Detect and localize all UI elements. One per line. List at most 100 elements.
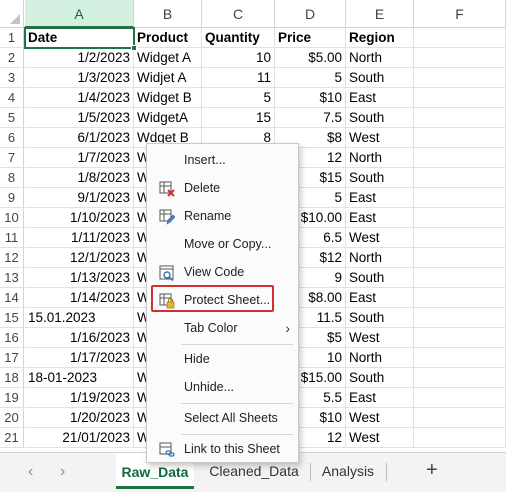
cell-e8[interactable]: South: [346, 168, 414, 188]
cell-d4[interactable]: $10: [275, 88, 346, 108]
menu-item-delete[interactable]: Delete: [147, 175, 298, 201]
cell-a19[interactable]: 1/19/2023: [25, 388, 134, 408]
cell-b1[interactable]: Product: [134, 28, 202, 48]
menu-item-view-code[interactable]: View Code: [147, 259, 298, 285]
cell-e20[interactable]: West: [346, 408, 414, 428]
cell-a13[interactable]: 1/13/2023: [25, 268, 134, 288]
cell-d2[interactable]: $5.00: [275, 48, 346, 68]
cell-f20[interactable]: [414, 408, 506, 428]
menu-item-move-or-copy[interactable]: Move or Copy...: [147, 231, 298, 257]
cell-e12[interactable]: North: [346, 248, 414, 268]
column-header-b[interactable]: B: [134, 0, 202, 28]
cell-e10[interactable]: East: [346, 208, 414, 228]
cell-a9[interactable]: 9/1/2023: [25, 188, 134, 208]
row-header-14[interactable]: 14: [0, 288, 24, 308]
cell-c2[interactable]: 10: [202, 48, 275, 68]
cell-e16[interactable]: West: [346, 328, 414, 348]
cell-f15[interactable]: [414, 308, 506, 328]
cell-f16[interactable]: [414, 328, 506, 348]
cell-d5[interactable]: 7.5: [275, 108, 346, 128]
menu-item-insert[interactable]: Insert...: [147, 147, 298, 173]
cell-b4[interactable]: Widget B: [134, 88, 202, 108]
tab-analysis[interactable]: Analysis: [314, 453, 382, 489]
cell-a1[interactable]: Date: [24, 27, 135, 49]
cell-d1[interactable]: Price: [275, 28, 346, 48]
cell-a17[interactable]: 1/17/2023: [25, 348, 134, 368]
cell-f4[interactable]: [414, 88, 506, 108]
column-header-f[interactable]: F: [414, 0, 506, 28]
prev-sheet-arrow-icon[interactable]: ‹: [28, 463, 33, 481]
cell-a12[interactable]: 12/1/2023: [25, 248, 134, 268]
cell-a14[interactable]: 1/14/2023: [25, 288, 134, 308]
cell-f1[interactable]: [414, 28, 506, 48]
cell-c5[interactable]: 15: [202, 108, 275, 128]
cell-e17[interactable]: North: [346, 348, 414, 368]
cell-a15[interactable]: 15.01.2023: [25, 308, 134, 328]
cell-e21[interactable]: West: [346, 428, 414, 448]
cell-f8[interactable]: [414, 168, 506, 188]
cell-c1[interactable]: Quantity: [202, 28, 275, 48]
fill-handle[interactable]: [131, 45, 137, 51]
cell-e19[interactable]: East: [346, 388, 414, 408]
menu-item-tab-color[interactable]: Tab Color ›: [147, 315, 298, 341]
cell-f11[interactable]: [414, 228, 506, 248]
cell-e15[interactable]: South: [346, 308, 414, 328]
row-header-12[interactable]: 12: [0, 248, 24, 268]
row-header-6[interactable]: 6: [0, 128, 24, 148]
row-header-18[interactable]: 18: [0, 368, 24, 388]
select-all-corner[interactable]: [0, 0, 24, 28]
cell-c4[interactable]: 5: [202, 88, 275, 108]
column-header-a[interactable]: A: [25, 0, 134, 28]
menu-item-link-to-sheet[interactable]: Link to this Sheet: [147, 436, 298, 462]
row-header-7[interactable]: 7: [0, 148, 24, 168]
cell-e2[interactable]: North: [346, 48, 414, 68]
cell-a4[interactable]: 1/4/2023: [25, 88, 134, 108]
cell-d3[interactable]: 5: [275, 68, 346, 88]
cell-f6[interactable]: [414, 128, 506, 148]
row-header-21[interactable]: 21: [0, 428, 24, 448]
cell-e3[interactable]: South: [346, 68, 414, 88]
row-header-13[interactable]: 13: [0, 268, 24, 288]
row-header-5[interactable]: 5: [0, 108, 24, 128]
cell-c3[interactable]: 11: [202, 68, 275, 88]
row-header-11[interactable]: 11: [0, 228, 24, 248]
row-header-2[interactable]: 2: [0, 48, 24, 68]
cell-f18[interactable]: [414, 368, 506, 388]
column-header-e[interactable]: E: [346, 0, 414, 28]
cell-e9[interactable]: East: [346, 188, 414, 208]
cell-f3[interactable]: [414, 68, 506, 88]
row-header-9[interactable]: 9: [0, 188, 24, 208]
cell-e14[interactable]: East: [346, 288, 414, 308]
cell-b5[interactable]: WidgetA: [134, 108, 202, 128]
cell-e5[interactable]: South: [346, 108, 414, 128]
row-header-17[interactable]: 17: [0, 348, 24, 368]
row-header-3[interactable]: 3: [0, 68, 24, 88]
cell-a16[interactable]: 1/16/2023: [25, 328, 134, 348]
cell-a10[interactable]: 1/10/2023: [25, 208, 134, 228]
cell-f21[interactable]: [414, 428, 506, 448]
cell-f2[interactable]: [414, 48, 506, 68]
cell-f17[interactable]: [414, 348, 506, 368]
cell-f13[interactable]: [414, 268, 506, 288]
row-header-1[interactable]: 1: [0, 28, 24, 48]
row-header-20[interactable]: 20: [0, 408, 24, 428]
cell-f19[interactable]: [414, 388, 506, 408]
cell-a2[interactable]: 1/2/2023: [25, 48, 134, 68]
cell-a21[interactable]: 21/01/2023: [25, 428, 134, 448]
menu-item-rename[interactable]: Rename: [147, 203, 298, 229]
cell-a18[interactable]: 18-01-2023: [25, 368, 134, 388]
cell-f5[interactable]: [414, 108, 506, 128]
cell-a6[interactable]: 6/1/2023: [25, 128, 134, 148]
cell-a8[interactable]: 1/8/2023: [25, 168, 134, 188]
cell-e4[interactable]: East: [346, 88, 414, 108]
row-header-19[interactable]: 19: [0, 388, 24, 408]
cell-b2[interactable]: Widget A: [134, 48, 202, 68]
column-header-d[interactable]: D: [275, 0, 346, 28]
menu-item-unhide[interactable]: Unhide...: [147, 374, 298, 400]
cell-a20[interactable]: 1/20/2023: [25, 408, 134, 428]
row-header-16[interactable]: 16: [0, 328, 24, 348]
row-header-10[interactable]: 10: [0, 208, 24, 228]
row-header-8[interactable]: 8: [0, 168, 24, 188]
cell-e18[interactable]: South: [346, 368, 414, 388]
cell-a11[interactable]: 1/11/2023: [25, 228, 134, 248]
